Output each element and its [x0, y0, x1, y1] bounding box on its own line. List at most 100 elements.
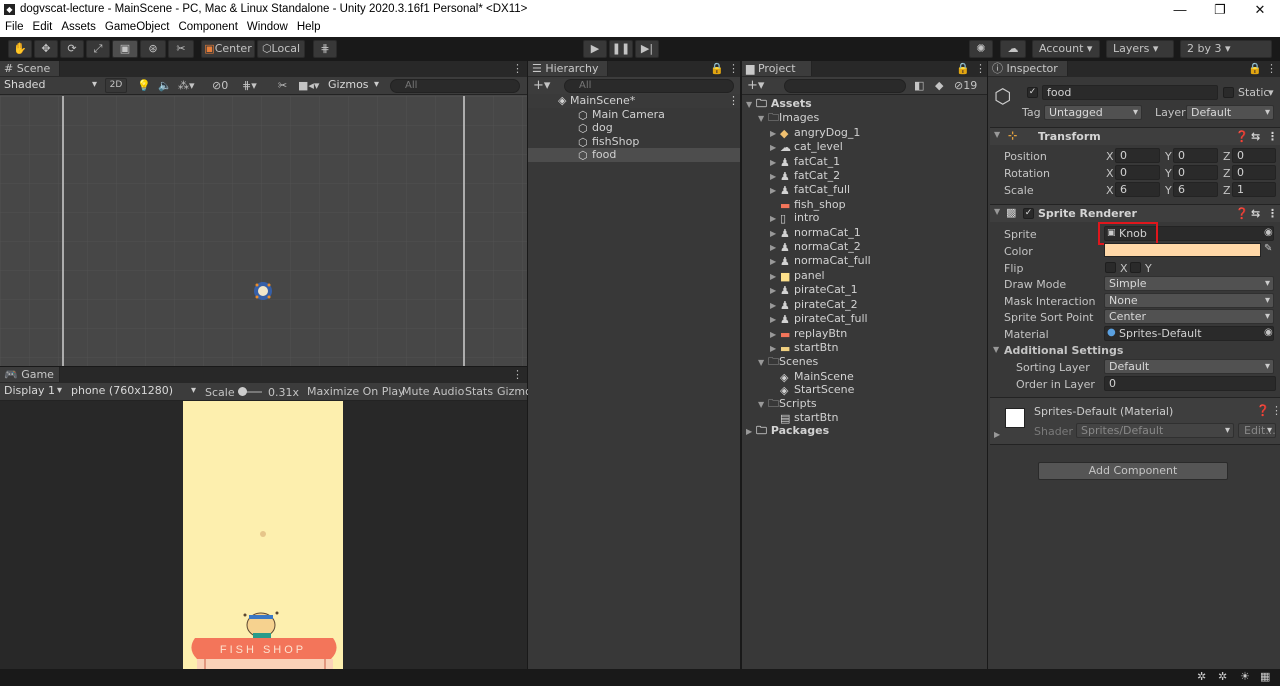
project-item[interactable]: ▶ ◆ angryDog_1 — [742, 126, 987, 140]
close-icon[interactable]: ✕ — [1240, 1, 1280, 19]
cache-icon[interactable]: ▦ — [1260, 670, 1270, 683]
flip-y-checkbox[interactable] — [1130, 262, 1141, 273]
project-item[interactable]: ▶ ♟ pirateCat_2 — [742, 298, 987, 312]
project-folder-assets[interactable]: ▼ 🗀 Assets — [742, 97, 987, 111]
position-z-field[interactable]: 0 — [1232, 148, 1276, 163]
project-folder-packages[interactable]: ▶ 🗀 Packages — [742, 424, 987, 438]
hand-tool-icon[interactable]: ✋ — [8, 40, 32, 58]
pivot-local-button[interactable]: ⬡Local — [257, 40, 305, 58]
shading-dropdown[interactable]: Shaded — [0, 78, 100, 93]
mask-interaction-dropdown[interactable]: None — [1104, 293, 1274, 308]
sorting-layer-dropdown[interactable]: Default — [1104, 359, 1274, 374]
step-button[interactable]: ▶| — [635, 40, 659, 58]
collab-icon[interactable]: ✺ — [969, 40, 993, 58]
effects-icon[interactable]: ⁂▾ — [178, 79, 195, 92]
help-icon[interactable]: ❓ — [1256, 404, 1270, 417]
scene-search-input[interactable]: All — [390, 79, 520, 93]
project-item[interactable]: ▶ ▬ replayBtn — [742, 327, 987, 341]
project-folder-images[interactable]: ▼ 🗀Images — [742, 111, 987, 125]
project-item[interactable]: ▬ fish_shop — [742, 198, 987, 212]
hierarchy-item-food[interactable]: ⬡ food — [528, 148, 740, 162]
rotation-x-field[interactable]: 0 — [1115, 165, 1160, 180]
layers-dropdown[interactable]: Layers ▾ — [1106, 40, 1174, 58]
order-in-layer-field[interactable]: 0 — [1104, 376, 1276, 391]
game-viewport[interactable]: FISH SHOP — [183, 401, 343, 669]
scene-more-icon[interactable]: ⋮ — [512, 62, 523, 75]
draw-mode-dropdown[interactable]: Simple — [1104, 276, 1274, 291]
color-swatch[interactable] — [1104, 243, 1261, 257]
maximize-on-play-button[interactable]: Maximize On Play — [307, 385, 405, 398]
add-component-button[interactable]: Add Component — [1038, 462, 1228, 480]
sprite-renderer-header[interactable]: ▼ ▩ ✓ Sprite Renderer ❓ ⇆ ⋮ — [990, 204, 1280, 222]
project-item[interactable]: ▶ ♟ normaCat_1 — [742, 226, 987, 240]
menu-gameobject[interactable]: GameObject — [100, 20, 174, 33]
minimize-icon[interactable]: — — [1160, 1, 1200, 19]
project-item[interactable]: ▶ ■ panel — [742, 269, 987, 283]
menu-assets[interactable]: Assets — [56, 20, 100, 33]
transform-header[interactable]: ▼ ⊹ Transform ❓ ⇆ ⋮ — [990, 127, 1280, 145]
project-item[interactable]: ▶ ♟ pirateCat_full — [742, 312, 987, 326]
rotation-y-field[interactable]: 0 — [1173, 165, 1218, 180]
preset-icon[interactable]: ⇆ — [1251, 130, 1260, 143]
component-more-icon[interactable]: ⋮ — [1267, 207, 1278, 220]
tab-hierarchy[interactable]: ☰ Hierarchy — [528, 61, 608, 76]
object-picker-icon[interactable]: ◉ — [1264, 327, 1273, 338]
scale-z-field[interactable]: 1 — [1232, 182, 1276, 197]
project-item[interactable]: ▶ ♟ pirateCat_1 — [742, 283, 987, 297]
scale-x-field[interactable]: 6 — [1115, 182, 1160, 197]
shader-dropdown[interactable]: Sprites/Default — [1076, 423, 1234, 438]
eyedropper-icon[interactable]: ✎ — [1264, 243, 1272, 254]
gizmos-dropdown[interactable]: Gizmos — [324, 78, 382, 93]
menu-file[interactable]: File — [0, 20, 28, 33]
rotation-z-field[interactable]: 0 — [1232, 165, 1276, 180]
pivot-center-button[interactable]: ▣Center — [201, 40, 255, 58]
scene-row-more-icon[interactable]: ⋮ — [728, 94, 739, 108]
expand-arrow-icon[interactable]: ▶ — [994, 430, 1000, 439]
hidden-packages-icon[interactable]: ⊘19 — [954, 79, 977, 92]
hierarchy-item-main-camera[interactable]: ⬡ Main Camera — [528, 108, 740, 122]
game-more-icon[interactable]: ⋮ — [512, 368, 523, 381]
rect-tool-icon[interactable]: ▣ — [112, 40, 138, 58]
project-add-button[interactable]: +▾ — [747, 78, 764, 93]
menu-component[interactable]: Component — [173, 20, 241, 33]
move-tool-icon[interactable]: ✥ — [34, 40, 58, 58]
project-item[interactable]: ▶ ♟ normaCat_full — [742, 254, 987, 268]
preset-icon[interactable]: ⇆ — [1251, 207, 1260, 220]
project-item[interactable]: ◈ StartScene — [742, 383, 987, 397]
tab-project[interactable]: ▆ Project — [742, 61, 812, 76]
maximize-icon[interactable]: ❐ — [1200, 1, 1240, 19]
layer-dropdown[interactable]: Default — [1186, 105, 1274, 120]
filter-type-icon[interactable]: ◧ — [914, 79, 924, 92]
cloud-icon[interactable]: ☁ — [1000, 40, 1026, 58]
help-icon[interactable]: ❓ — [1235, 130, 1249, 143]
static-dropdown-icon[interactable]: ▾ — [1268, 86, 1274, 99]
resolution-dropdown[interactable]: phone (760x1280) — [67, 384, 199, 399]
project-item[interactable]: ▶ ♟ normaCat_2 — [742, 240, 987, 254]
audio-icon[interactable]: 🔈 — [158, 79, 172, 92]
flip-x-checkbox[interactable] — [1105, 262, 1116, 273]
project-lock-icon[interactable]: 🔒 — [956, 62, 970, 75]
position-y-field[interactable]: 0 — [1173, 148, 1218, 163]
scale-tool-icon[interactable]: ⤢ — [86, 40, 110, 58]
sprite-sort-point-dropdown[interactable]: Center — [1104, 309, 1274, 324]
menu-help[interactable]: Help — [292, 20, 325, 33]
filter-label-icon[interactable]: ◆ — [935, 79, 943, 92]
object-name-field[interactable]: food — [1042, 85, 1218, 100]
scale-slider-thumb[interactable] — [238, 387, 247, 396]
material-field[interactable]: Sprites-Default — [1104, 326, 1274, 341]
scene-viewport[interactable] — [0, 96, 527, 366]
project-item[interactable]: ▶ ♟ fatCat_1 — [742, 155, 987, 169]
stats-button[interactable]: Stats — [465, 385, 493, 398]
project-folder-scenes[interactable]: ▼ 🗀Scenes — [742, 355, 987, 369]
hierarchy-more-icon[interactable]: ⋮ — [728, 62, 739, 75]
tools-icon[interactable]: ✂ — [278, 79, 287, 92]
project-item[interactable]: ▶ ▯ intro — [742, 211, 987, 225]
play-button[interactable]: ▶ — [583, 40, 607, 58]
tab-inspector[interactable]: ⓘ Inspector — [988, 61, 1068, 76]
project-folder-scripts[interactable]: ▼ 🗀Scripts — [742, 397, 987, 411]
additional-settings-foldout[interactable]: Additional Settings — [1004, 344, 1123, 357]
pause-button[interactable]: ❚❚ — [609, 40, 633, 58]
inspector-lock-icon[interactable]: 🔒 — [1248, 62, 1262, 75]
mute-audio-button[interactable]: Mute Audio — [402, 385, 464, 398]
project-item[interactable]: ▤ startBtn — [742, 411, 987, 425]
